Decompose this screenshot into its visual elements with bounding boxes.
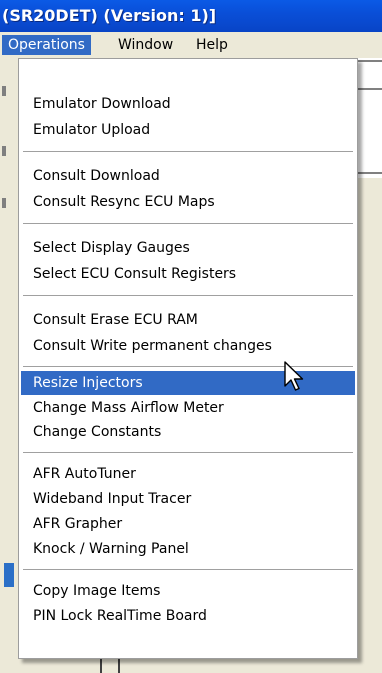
menu-separator <box>23 569 353 571</box>
background-selection <box>4 563 14 587</box>
mouse-pointer-arrow-icon <box>284 361 304 391</box>
menu-item-label: Wideband Input Tracer <box>33 491 192 507</box>
menu-item-consult-download[interactable]: Consult Download <box>21 164 355 188</box>
menubar-window[interactable]: Window <box>112 35 179 55</box>
menu-item-consult-erase-ecu-ram[interactable]: Consult Erase ECU RAM <box>21 308 355 332</box>
background-app-strip <box>0 58 18 673</box>
background-divider <box>356 172 382 174</box>
menu-separator <box>23 223 353 225</box>
menu-item-emulator-download[interactable]: Emulator Download <box>21 92 355 116</box>
menu-item-label: Change Constants <box>33 424 162 440</box>
menu-item-copy-image-items[interactable]: Copy Image Items <box>21 579 355 603</box>
background-divider <box>356 88 382 90</box>
menu-item-afr-grapher[interactable]: AFR Grapher <box>21 512 355 536</box>
menu-item-label: Change Mass Airflow Meter <box>33 400 224 416</box>
menu-item-label: Consult Download <box>33 168 160 184</box>
menubar-help[interactable]: Help <box>190 35 234 55</box>
menubar-operations[interactable]: Operations <box>2 35 91 55</box>
background-divider <box>356 60 382 62</box>
operations-dropdown-menu: Emulator Download Emulator Upload Consul… <box>18 58 358 659</box>
menu-item-label: Knock / Warning Panel <box>33 541 189 557</box>
menu-item-change-constants[interactable]: Change Constants <box>21 420 355 444</box>
menu-item-label: Emulator Upload <box>33 122 151 138</box>
menu-item-label: Select ECU Consult Registers <box>33 266 237 282</box>
menu-item-emulator-upload[interactable]: Emulator Upload <box>21 118 355 142</box>
menu-item-select-display-gauges[interactable]: Select Display Gauges <box>21 236 355 260</box>
background-marker <box>2 198 6 208</box>
menu-item-consult-resync-ecu-maps[interactable]: Consult Resync ECU Maps <box>21 190 355 214</box>
window-title: (SR20DET) (Version: 1)] <box>2 6 217 25</box>
menu-item-change-mass-airflow-meter[interactable]: Change Mass Airflow Meter <box>21 396 355 420</box>
menu-item-wideband-input-tracer[interactable]: Wideband Input Tracer <box>21 487 355 511</box>
menu-separator <box>23 452 353 454</box>
menu-item-label: Consult Erase ECU RAM <box>33 312 198 328</box>
menu-item-label: Consult Resync ECU Maps <box>33 194 215 210</box>
background-marker <box>2 86 6 96</box>
menu-bar: Operations Window Help <box>0 32 382 58</box>
menu-item-afr-autotuner[interactable]: AFR AutoTuner <box>21 462 355 486</box>
menu-item-select-ecu-consult-registers[interactable]: Select ECU Consult Registers <box>21 262 355 286</box>
menu-item-knock-warning-panel[interactable]: Knock / Warning Panel <box>21 537 355 561</box>
menu-item-label: Consult Write permanent changes <box>33 338 272 354</box>
menu-item-label: Copy Image Items <box>33 583 161 599</box>
menu-item-label: Emulator Download <box>33 96 171 112</box>
menu-separator <box>23 151 353 153</box>
menu-item-pin-lock-realtime-board[interactable]: PIN Lock RealTime Board <box>21 604 355 628</box>
menu-separator <box>23 295 353 297</box>
menu-item-label: AFR AutoTuner <box>33 466 136 482</box>
menu-item-label: PIN Lock RealTime Board <box>33 608 207 624</box>
window-title-bar: (SR20DET) (Version: 1)] <box>0 0 382 32</box>
menu-item-label: AFR Grapher <box>33 516 123 532</box>
background-marker <box>2 146 6 156</box>
menu-item-label: Resize Injectors <box>33 375 143 391</box>
menu-item-label: Select Display Gauges <box>33 240 190 256</box>
menu-item-consult-write-permanent-changes[interactable]: Consult Write permanent changes <box>21 334 355 358</box>
